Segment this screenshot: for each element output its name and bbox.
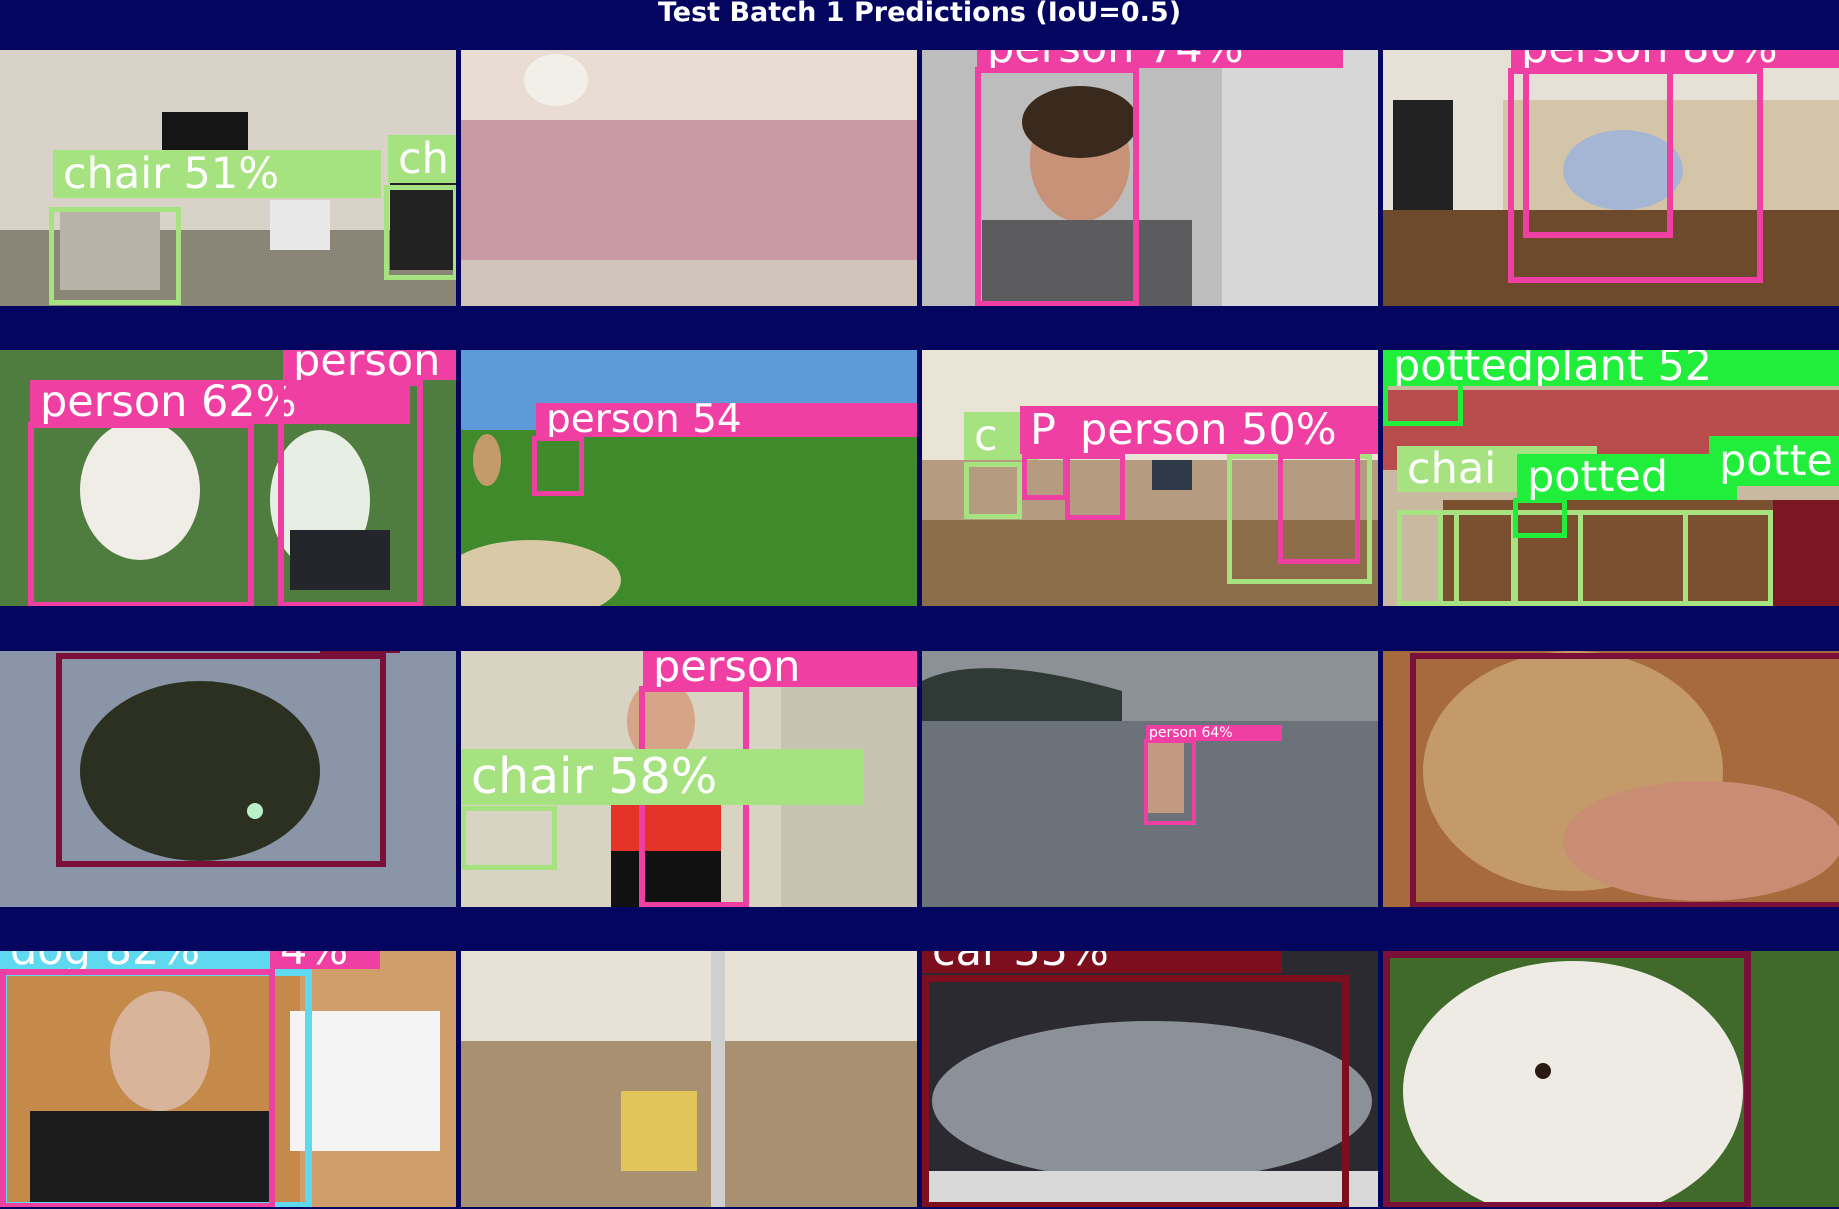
detection-box <box>1410 653 1839 907</box>
detection-label: dog 82% <box>0 951 290 969</box>
detection-box <box>1578 510 1688 606</box>
image-tile: chair 51% ch <box>0 50 456 306</box>
detection-label: chair 51% <box>53 150 381 198</box>
image-tile <box>1383 651 1839 907</box>
detection-box <box>1438 510 1516 606</box>
detection-label: pottedplant 52 <box>1383 350 1839 386</box>
detection-label: person 74% <box>977 50 1343 68</box>
detection-box <box>384 185 456 280</box>
detection-label: person 54 <box>536 403 917 437</box>
image-tile: person 54 <box>461 350 917 606</box>
detection-box <box>49 207 181 305</box>
image-tile: car 55% <box>922 951 1378 1207</box>
scene-desert-phone-booth <box>461 951 917 1207</box>
detection-box <box>964 462 1022 519</box>
detection-box <box>1144 739 1196 825</box>
image-tile <box>1383 951 1839 1207</box>
scene-grass-field <box>461 350 917 606</box>
detection-box <box>278 380 423 606</box>
image-tile: person 62% person <box>0 350 456 606</box>
detection-box <box>1513 498 1567 538</box>
image-tile: person 74% <box>922 50 1378 306</box>
detection-box <box>1523 68 1673 238</box>
detection-box <box>1383 951 1751 1207</box>
image-tile: cat <box>0 651 456 907</box>
detection-label: cat <box>320 651 400 653</box>
detection-label: chair 58% <box>461 749 864 805</box>
detection-label: potte <box>1709 436 1839 486</box>
detection-box <box>532 436 584 496</box>
detection-box <box>28 422 254 606</box>
detection-label: person <box>643 651 917 687</box>
detection-label: car 55% <box>922 951 1282 973</box>
image-tile: person 64% <box>922 651 1378 907</box>
image-tile <box>461 951 917 1207</box>
detection-label: person 50% <box>1070 406 1378 454</box>
scene-floral-sofa <box>461 50 917 306</box>
image-tile: person chair 58% <box>461 651 917 907</box>
image-tile: pottedplant 52 chai potted potte <box>1383 350 1839 606</box>
detection-box <box>1383 380 1463 426</box>
figure-title: Test Batch 1 Predictions (IoU=0.5) <box>657 0 1182 28</box>
detection-label: person 80% <box>1511 50 1839 68</box>
detection-box <box>0 969 275 1207</box>
detection-box <box>1683 510 1773 606</box>
detection-box <box>1065 454 1125 520</box>
detection-label: person 64% <box>1146 725 1282 741</box>
detection-label: 4% <box>270 951 380 969</box>
detection-label: ch <box>388 135 456 183</box>
detection-box <box>922 975 1349 1207</box>
image-tile: c P chai person 50% <box>922 350 1378 606</box>
detection-label: person <box>283 350 456 380</box>
detection-label: potted <box>1517 454 1737 500</box>
detection-box <box>461 806 557 870</box>
detection-box <box>56 653 386 867</box>
detection-box <box>975 67 1139 306</box>
image-tile: person 80% <box>1383 50 1839 306</box>
image-tile: dog 82% 4% <box>0 951 456 1207</box>
detection-box <box>1278 454 1360 564</box>
detection-box <box>1022 454 1068 500</box>
image-tile <box>461 50 917 306</box>
